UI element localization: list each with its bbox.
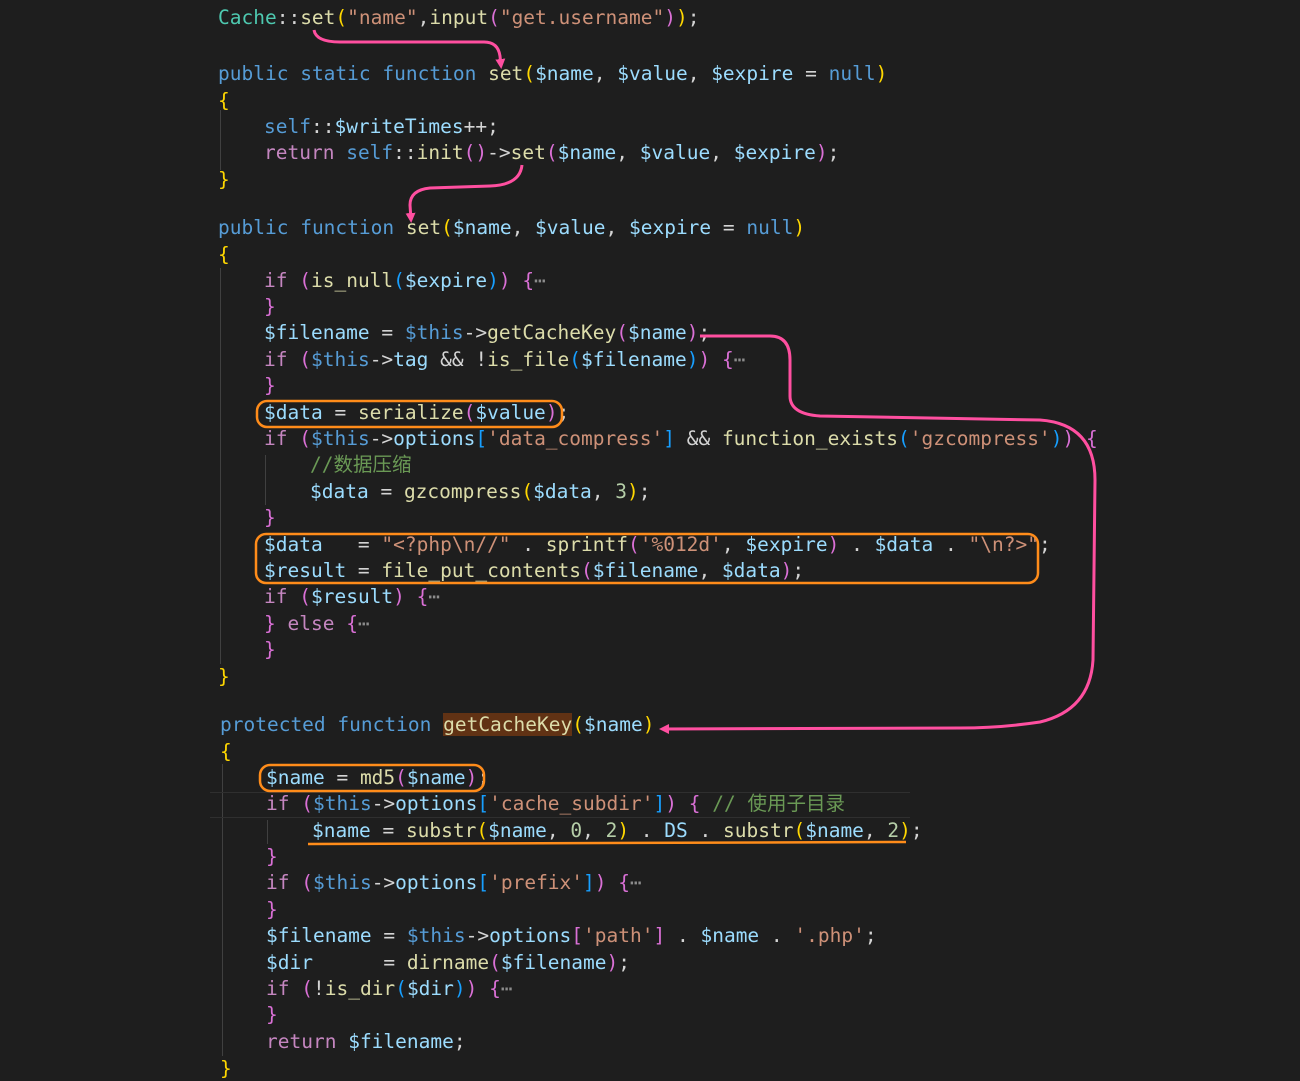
code-line: protected function getCacheKey($name) — [220, 713, 655, 736]
code-line: Cache::set("name",input("get.username"))… — [218, 6, 700, 29]
highlighted-function-name: getCacheKey — [443, 713, 573, 736]
code-line: $data = gzcompress($data, 3); — [310, 480, 651, 503]
code-line: { — [218, 243, 230, 266]
code-editor[interactable]: Cache::set("name",input("get.username"))… — [0, 0, 1300, 1081]
fold-ellipsis-icon[interactable]: ⋯ — [630, 871, 642, 894]
indent-guide — [267, 820, 268, 844]
code-line: } — [218, 665, 230, 688]
code-line[interactable]: } else {⋯ — [264, 611, 370, 637]
code-line: self::$writeTimes++; — [264, 115, 499, 138]
fold-ellipsis-icon[interactable]: ⋯ — [534, 269, 546, 292]
code-line: $data = serialize($value); — [264, 401, 570, 424]
code-line: } — [266, 1003, 278, 1026]
code-line: $name = md5($name); — [266, 766, 490, 789]
fold-ellipsis-icon[interactable]: ⋯ — [734, 348, 746, 371]
code-line: $data = "<?php\n//" . sprintf('%012d', $… — [264, 533, 1051, 556]
code-line: } — [264, 506, 276, 529]
code-line: public function set($name, $value, $expi… — [218, 216, 806, 239]
annotation-arrow — [405, 164, 524, 223]
code-line: } — [264, 638, 276, 661]
code-line: $name = substr($name, 0, 2) . DS . subst… — [312, 819, 923, 842]
code-line[interactable]: if ($this->options['prefix']) {⋯ — [266, 870, 642, 896]
fold-ellipsis-icon[interactable]: ⋯ — [428, 585, 440, 608]
fold-ellipsis-icon[interactable]: ⋯ — [358, 612, 370, 635]
code-line: return self::init()->set($name, $value, … — [264, 141, 840, 164]
code-line: return $filename; — [266, 1030, 466, 1053]
code-line[interactable]: if (is_null($expire)) {⋯ — [264, 268, 546, 294]
indent-guide — [220, 110, 221, 170]
code-line: $result = file_put_contents($filename, $… — [264, 559, 805, 582]
code-line: if ($this->options['data_compress'] && f… — [264, 427, 1098, 450]
code-comment: //数据压缩 — [310, 453, 412, 476]
code-line: $filename = $this->options['path'] . $na… — [266, 924, 877, 947]
fold-ellipsis-icon[interactable]: ⋯ — [501, 977, 513, 1000]
code-line[interactable]: if ($result) {⋯ — [264, 584, 440, 610]
code-line[interactable]: if (!is_dir($dir)) {⋯ — [266, 976, 513, 1002]
code-line[interactable]: if ($this->tag && !is_file($filename)) {… — [264, 347, 745, 373]
code-line: } — [266, 845, 278, 868]
code-line: { — [220, 740, 232, 763]
code-line: } — [266, 898, 278, 921]
code-line: public static function set($name, $value… — [218, 62, 888, 85]
code-line: } — [264, 295, 276, 318]
code-line: $dir = dirname($filename); — [266, 951, 630, 974]
code-line: } — [218, 168, 230, 191]
code-line: $filename = $this->getCacheKey($name); — [264, 321, 711, 344]
code-line: } — [220, 1057, 232, 1080]
indent-guide — [265, 455, 266, 505]
code-line: if ($this->options['cache_subdir']) { //… — [266, 792, 845, 815]
code-line: { — [218, 89, 230, 112]
code-line: } — [264, 374, 276, 397]
indent-guide — [220, 268, 221, 664]
